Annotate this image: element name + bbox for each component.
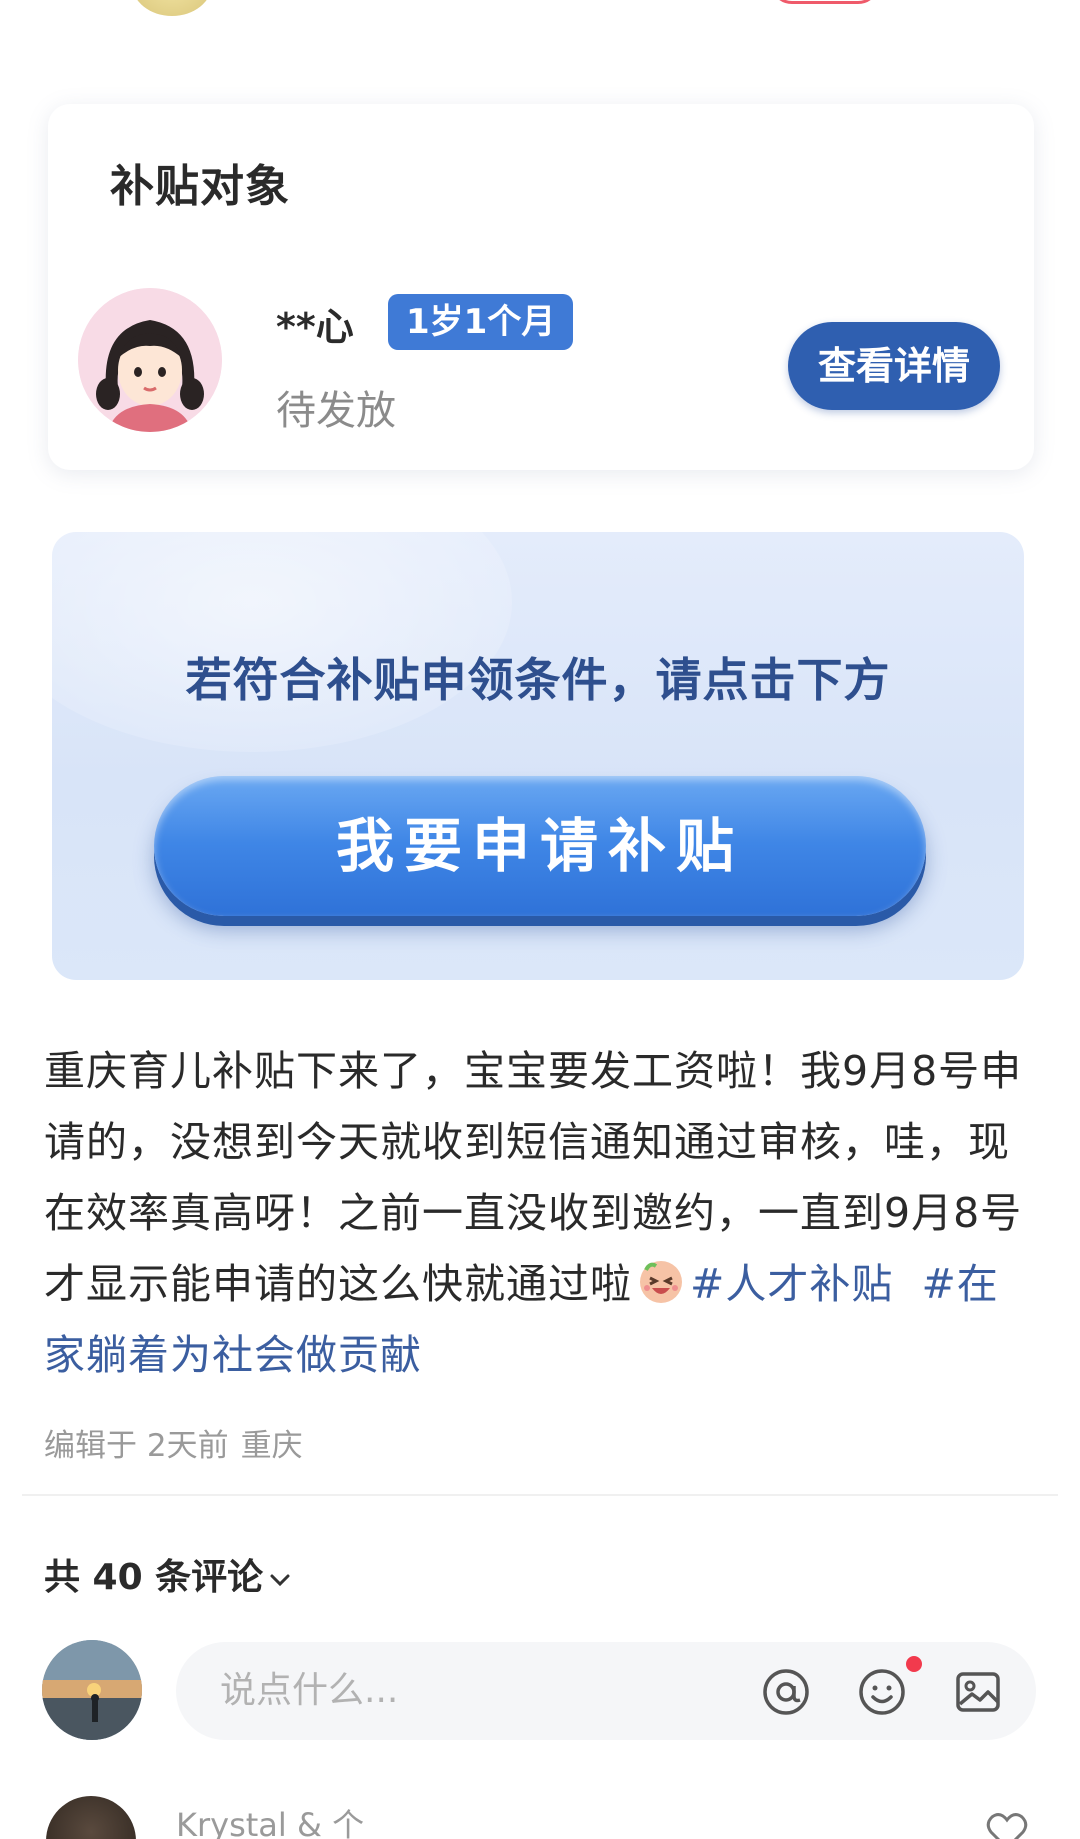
follow-button[interactable] (770, 0, 880, 4)
comment-count-label: 共 40 条评论 (44, 1557, 264, 1598)
payment-status: 待发放 (276, 388, 396, 434)
commenter-avatar[interactable] (46, 1796, 136, 1839)
heart-icon[interactable] (984, 1808, 1030, 1839)
apply-subsidy-button[interactable]: 我要申请补贴 (154, 776, 926, 916)
banner-prompt: 若符合补贴申领条件，请点击下方 (185, 653, 891, 707)
laughing-face-icon (640, 1261, 682, 1303)
emoji-icon[interactable] (856, 1666, 908, 1718)
commenter-name[interactable]: Krystal & 个 (176, 1800, 364, 1839)
view-details-button[interactable]: 查看详情 (788, 322, 1000, 410)
chevron-down-icon (270, 1574, 290, 1587)
post-text: 重庆育儿补贴下来了，宝宝要发工资啦！我9月8号申请的，没想到今天就收到短信通知通… (44, 1036, 1040, 1391)
child-avatar (78, 288, 222, 432)
comment-input[interactable]: 说点什么... (176, 1642, 1036, 1740)
image-icon[interactable] (952, 1666, 1004, 1718)
author-avatar[interactable] (132, 0, 212, 16)
apply-subsidy-banner: 若符合补贴申领条件，请点击下方 我要申请补贴 (52, 532, 1024, 980)
post-meta: 编辑于 2天前 重庆 (44, 1420, 303, 1465)
card-title: 补贴对象 (110, 161, 290, 212)
banner-glow (52, 532, 512, 752)
notification-dot (906, 1656, 922, 1672)
post-location: 重庆 (240, 1428, 303, 1464)
girl-avatar-icon (78, 288, 222, 432)
hashtag-talent-subsidy[interactable]: #人才补贴 (690, 1260, 893, 1308)
subsidy-recipient-card: 补贴对象 **心 1岁1个月 待发放 查看详情 (48, 104, 1034, 470)
sunset-photo-icon (42, 1640, 142, 1740)
age-badge: 1岁1个月 (388, 294, 574, 350)
child-name: **心 (276, 305, 354, 349)
comment-count-toggle[interactable]: 共 40 条评论 (44, 1548, 291, 1600)
divider (22, 1494, 1058, 1496)
current-user-avatar[interactable] (42, 1640, 142, 1740)
comment-placeholder: 说点什么... (220, 1670, 399, 1711)
edit-time: 编辑于 2天前 (44, 1428, 229, 1464)
at-mention-icon[interactable] (760, 1666, 812, 1718)
